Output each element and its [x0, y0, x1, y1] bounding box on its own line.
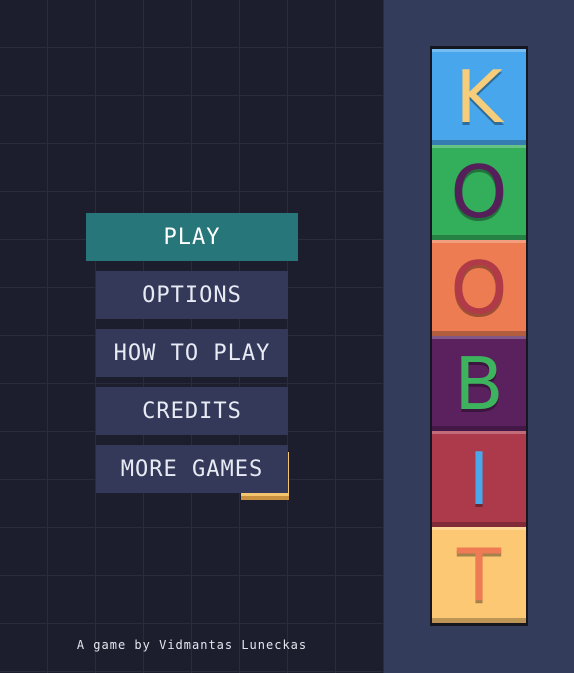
- credits-button[interactable]: CREDITS: [96, 387, 288, 435]
- more-games-button[interactable]: MORE GAMES: [96, 445, 288, 493]
- options-button[interactable]: OPTIONS: [96, 271, 288, 319]
- logo-letter: O: [450, 150, 508, 235]
- logo-letter: O: [450, 245, 508, 330]
- how-to-play-button[interactable]: HOW TO PLAY: [96, 329, 288, 377]
- logo-tile-i: I: [432, 431, 526, 527]
- logo-tile-o1: O: [432, 144, 526, 241]
- play-button[interactable]: PLAY: [86, 213, 298, 261]
- logo-letter: B: [454, 341, 504, 426]
- game-screen: PLAY OPTIONS HOW TO PLAY CREDITS MORE GA…: [0, 0, 574, 673]
- logo-tile-o2: O: [432, 240, 526, 336]
- author-credit: A game by Vidmantas Luneckas: [76, 638, 308, 652]
- logo-letter: I: [468, 437, 490, 522]
- logo-tile-t: T: [432, 526, 526, 623]
- logo-letter: K: [455, 54, 503, 139]
- logo-tile-b: B: [432, 335, 526, 432]
- game-logo: K O O B I T: [430, 46, 528, 626]
- logo-tile-k: K: [432, 49, 526, 145]
- logo-letter: T: [457, 532, 501, 617]
